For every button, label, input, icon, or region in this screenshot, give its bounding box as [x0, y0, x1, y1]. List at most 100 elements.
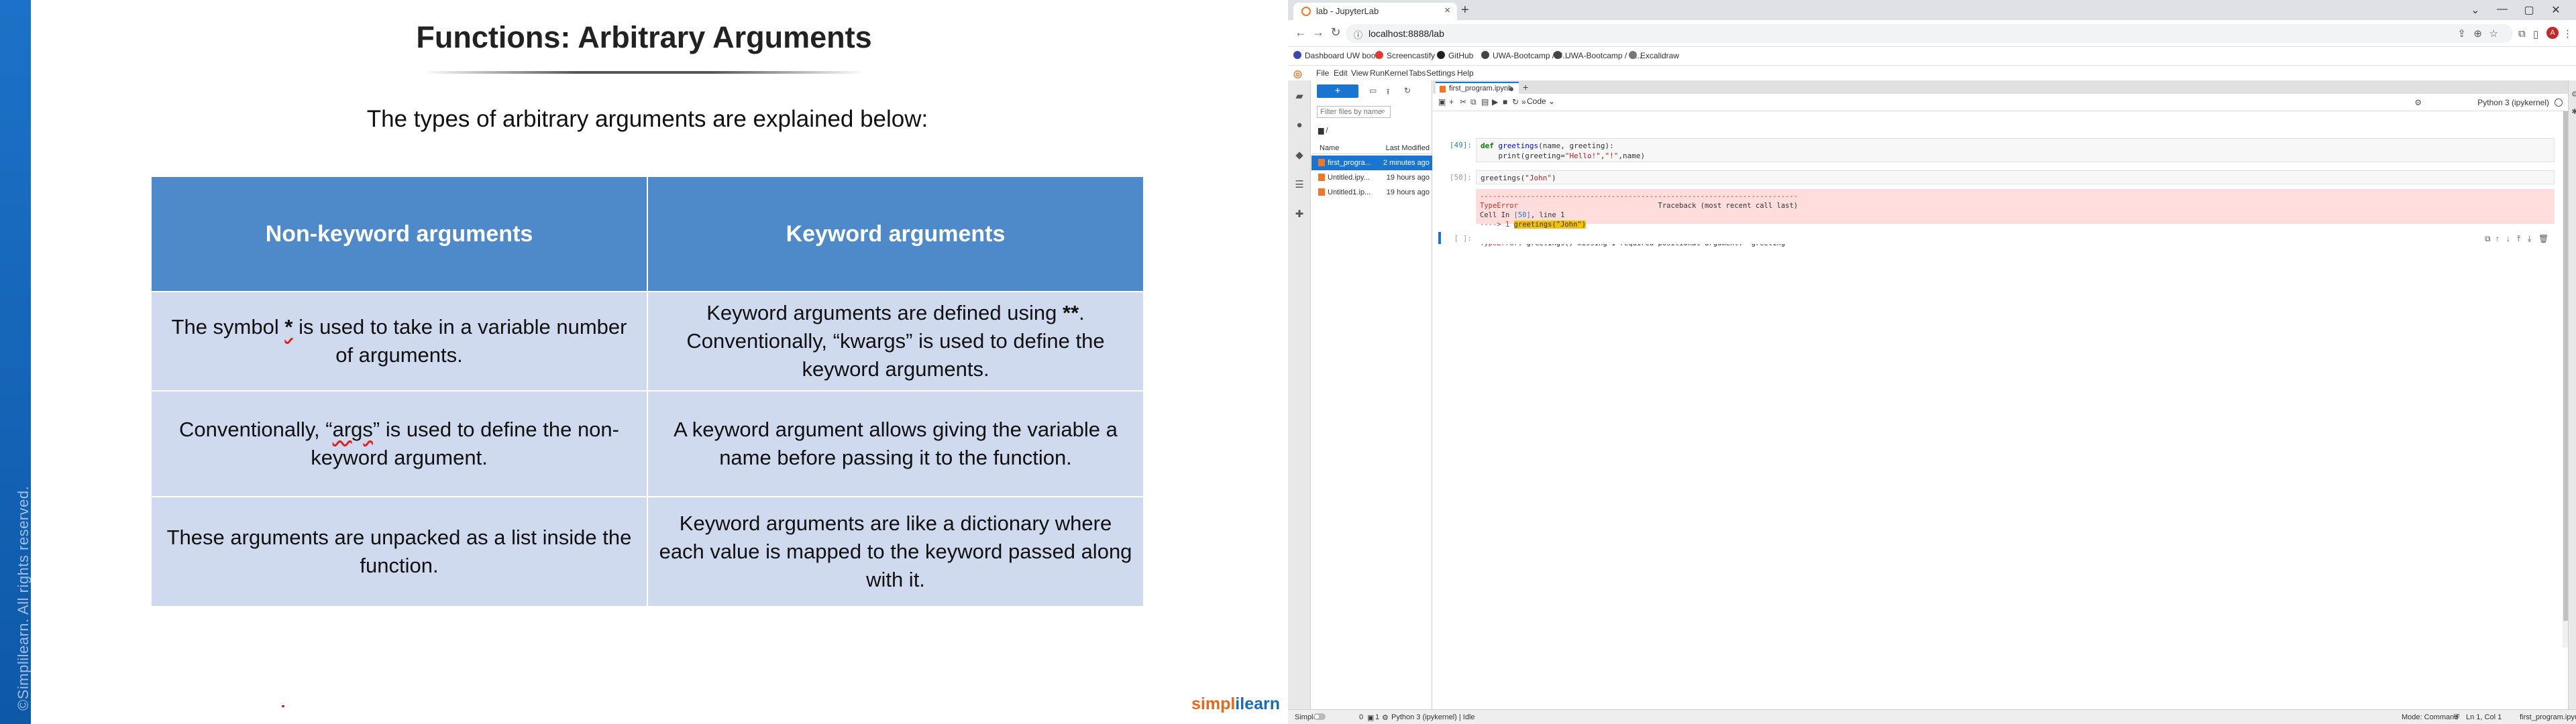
- folder-icon: ▆: [1318, 127, 1326, 135]
- bookmark-star-icon[interactable]: ☆: [2489, 27, 2498, 40]
- kernels-count[interactable]: 1: [1375, 713, 1379, 721]
- close-window-button[interactable]: ✕: [2542, 3, 2569, 17]
- new-tab-button[interactable]: +: [1461, 3, 1469, 18]
- cell-type-select[interactable]: Code ⌄: [1527, 97, 1567, 106]
- bookmark-label: GitHub: [1448, 51, 1474, 60]
- new-folder-icon[interactable]: ▭: [1369, 86, 1377, 95]
- header-non-keyword: Non-keyword arguments: [150, 176, 648, 292]
- kernel-status[interactable]: Python 3 (ipykernel) | Idle: [1391, 713, 1475, 721]
- menu-tabs[interactable]: Tabs: [1409, 68, 1426, 78]
- share-icon[interactable]: ⇪: [2457, 27, 2466, 40]
- zoom-icon[interactable]: ⊕: [2473, 27, 2482, 40]
- fast-forward-icon[interactable]: »: [1521, 97, 1526, 107]
- settings-gear-icon[interactable]: ⚙: [2414, 98, 2422, 107]
- active-code-cell[interactable]: [ ]: ⧉ ↑ ↓ ⤒ ⤓ 🗑: [1438, 232, 2555, 245]
- unsaved-dot-icon[interactable]: [1509, 87, 1513, 91]
- tab-search-icon[interactable]: ⌄: [2462, 3, 2489, 17]
- document-tab[interactable]: first_program.ipynb: [1436, 82, 1519, 94]
- tab-strip: lab - JupyterLab × + ⌄ — ▢ ✕: [1288, 0, 2576, 20]
- code-input[interactable]: def greetings(name, greeting): print(gre…: [1476, 138, 2555, 162]
- menu-settings[interactable]: Settings: [1426, 68, 1455, 78]
- refresh-icon[interactable]: ↻: [1404, 86, 1411, 95]
- file-list-header: Name Last Modified: [1311, 142, 1432, 154]
- code-token: ): [1551, 174, 1556, 182]
- cell-text: The symbol: [171, 315, 285, 339]
- move-down-icon[interactable]: ↓: [2506, 234, 2510, 243]
- menu-help[interactable]: Help: [1457, 68, 1474, 78]
- code-cell[interactable]: [49]: def greetings(name, greeting): pri…: [1438, 138, 2555, 162]
- arguments-table: Non-keyword arguments Keyword arguments …: [150, 176, 1144, 607]
- terminals-count[interactable]: 0: [1359, 713, 1363, 721]
- tab-close-icon[interactable]: ×: [1444, 5, 1450, 16]
- sidebar-icon[interactable]: ▯: [2533, 28, 2538, 40]
- insert-above-icon[interactable]: ⤒: [2517, 234, 2520, 244]
- browser-tab[interactable]: lab - JupyterLab ×: [1293, 3, 1457, 20]
- bookmark-item[interactable]: Dashboard UW boo...: [1293, 51, 1382, 60]
- menu-run[interactable]: Run: [1370, 68, 1385, 78]
- code-cell[interactable]: [50]: greetings("John"): [1438, 170, 2555, 185]
- code-input[interactable]: greetings("John"): [1476, 170, 2555, 184]
- error-output: ----------------------------------------…: [1438, 189, 2555, 247]
- bookmark-item[interactable]: GitHub: [1437, 51, 1473, 60]
- presentation-slide: ©Simplilearn. All rights reserved. Funct…: [0, 0, 1288, 724]
- reload-icon[interactable]: ↻: [1327, 25, 1344, 40]
- menu-icon[interactable]: ⋮: [2563, 27, 2573, 40]
- kernel-name[interactable]: Python 3 (ipykernel): [2477, 98, 2549, 107]
- header-keyword: Keyword arguments: [647, 176, 1144, 292]
- upload-icon[interactable]: ⭱: [1387, 86, 1389, 100]
- code-token: (name, greeting):: [1538, 141, 1614, 150]
- bookmark-item[interactable]: Excalidraw: [1629, 51, 1679, 60]
- copy-icon[interactable]: ⧉: [1470, 97, 1477, 107]
- duplicate-cell-icon[interactable]: ⧉: [2485, 234, 2491, 244]
- bookmark-icon: [1293, 51, 1301, 59]
- new-document-icon[interactable]: +: [1523, 82, 1528, 93]
- extensions-icon[interactable]: ⧉: [2518, 28, 2526, 40]
- running-icon[interactable]: ●: [1293, 119, 1305, 131]
- property-inspector-icon[interactable]: ⚙: [2569, 90, 2576, 101]
- debugger-icon[interactable]: ✱: [2569, 107, 2576, 118]
- error-type: TypeError: [1480, 202, 1518, 210]
- toc-icon[interactable]: ☰: [1293, 178, 1305, 190]
- menu-view[interactable]: View: [1351, 68, 1368, 78]
- menu-edit[interactable]: Edit: [1334, 68, 1348, 78]
- column-last-modified[interactable]: Last Modified: [1386, 144, 1430, 152]
- back-icon[interactable]: ←: [1292, 25, 1309, 40]
- jupyterlab-app: ◎ File Edit View Run Kernel Tabs Setting…: [1288, 66, 2576, 709]
- profile-avatar[interactable]: A: [2546, 27, 2559, 39]
- new-launcher-button[interactable]: +: [1317, 84, 1358, 98]
- file-item[interactable]: first_progra... 2 minutes ago: [1311, 156, 1432, 170]
- minimize-button[interactable]: —: [2489, 3, 2516, 15]
- file-item[interactable]: Untitled.ipy... 19 hours ago: [1311, 170, 1432, 185]
- insert-cell-icon[interactable]: +: [1449, 97, 1454, 107]
- cursor-position[interactable]: Ln 1, Col 1: [2466, 713, 2502, 721]
- simple-mode-toggle[interactable]: [1313, 713, 1326, 720]
- folder-icon[interactable]: ▰: [1293, 90, 1305, 102]
- cut-icon[interactable]: ✂: [1460, 97, 1466, 107]
- menu-file[interactable]: File: [1316, 68, 1329, 78]
- move-up-icon[interactable]: ↑: [2496, 234, 2500, 243]
- bookmark-item[interactable]: Screencastify: [1375, 51, 1435, 60]
- run-icon[interactable]: ▶: [1492, 97, 1498, 107]
- title-underline: [423, 71, 865, 74]
- info-icon[interactable]: ⓘ: [1354, 28, 1362, 41]
- insert-below-icon[interactable]: ⤓: [2528, 234, 2531, 244]
- stop-icon[interactable]: ■: [1503, 97, 1507, 107]
- jupyter-menubar: ◎ File Edit View Run Kernel Tabs Setting…: [1288, 66, 2576, 80]
- file-item[interactable]: Untitled1.ip... 19 hours ago: [1311, 185, 1432, 200]
- jupyter-favicon-icon: [1301, 7, 1311, 16]
- paste-icon[interactable]: ▤: [1481, 97, 1489, 107]
- code-input[interactable]: [1476, 232, 2555, 244]
- url-input[interactable]: ⓘ localhost:8888/lab ⇪ ⊕ ☆: [1346, 24, 2513, 43]
- maximize-button[interactable]: ▢: [2516, 3, 2542, 17]
- menu-kernel[interactable]: Kernel: [1385, 68, 1408, 78]
- breadcrumb[interactable]: ▆ /: [1318, 126, 1328, 135]
- restart-icon[interactable]: ↻: [1512, 97, 1519, 107]
- filter-files-input[interactable]: Filter files by name: [1317, 106, 1391, 118]
- extensions-icon[interactable]: ✚: [1293, 208, 1305, 220]
- column-name[interactable]: Name: [1320, 144, 1339, 152]
- save-icon[interactable]: ▣: [1438, 97, 1446, 107]
- command-palette-icon[interactable]: ◆: [1293, 149, 1305, 161]
- forward-icon[interactable]: →: [1309, 25, 1327, 40]
- bookmarks-bar: Dashboard UW boo... Screencastify GitHub…: [1288, 47, 2576, 66]
- delete-cell-icon[interactable]: 🗑: [2538, 234, 2548, 243]
